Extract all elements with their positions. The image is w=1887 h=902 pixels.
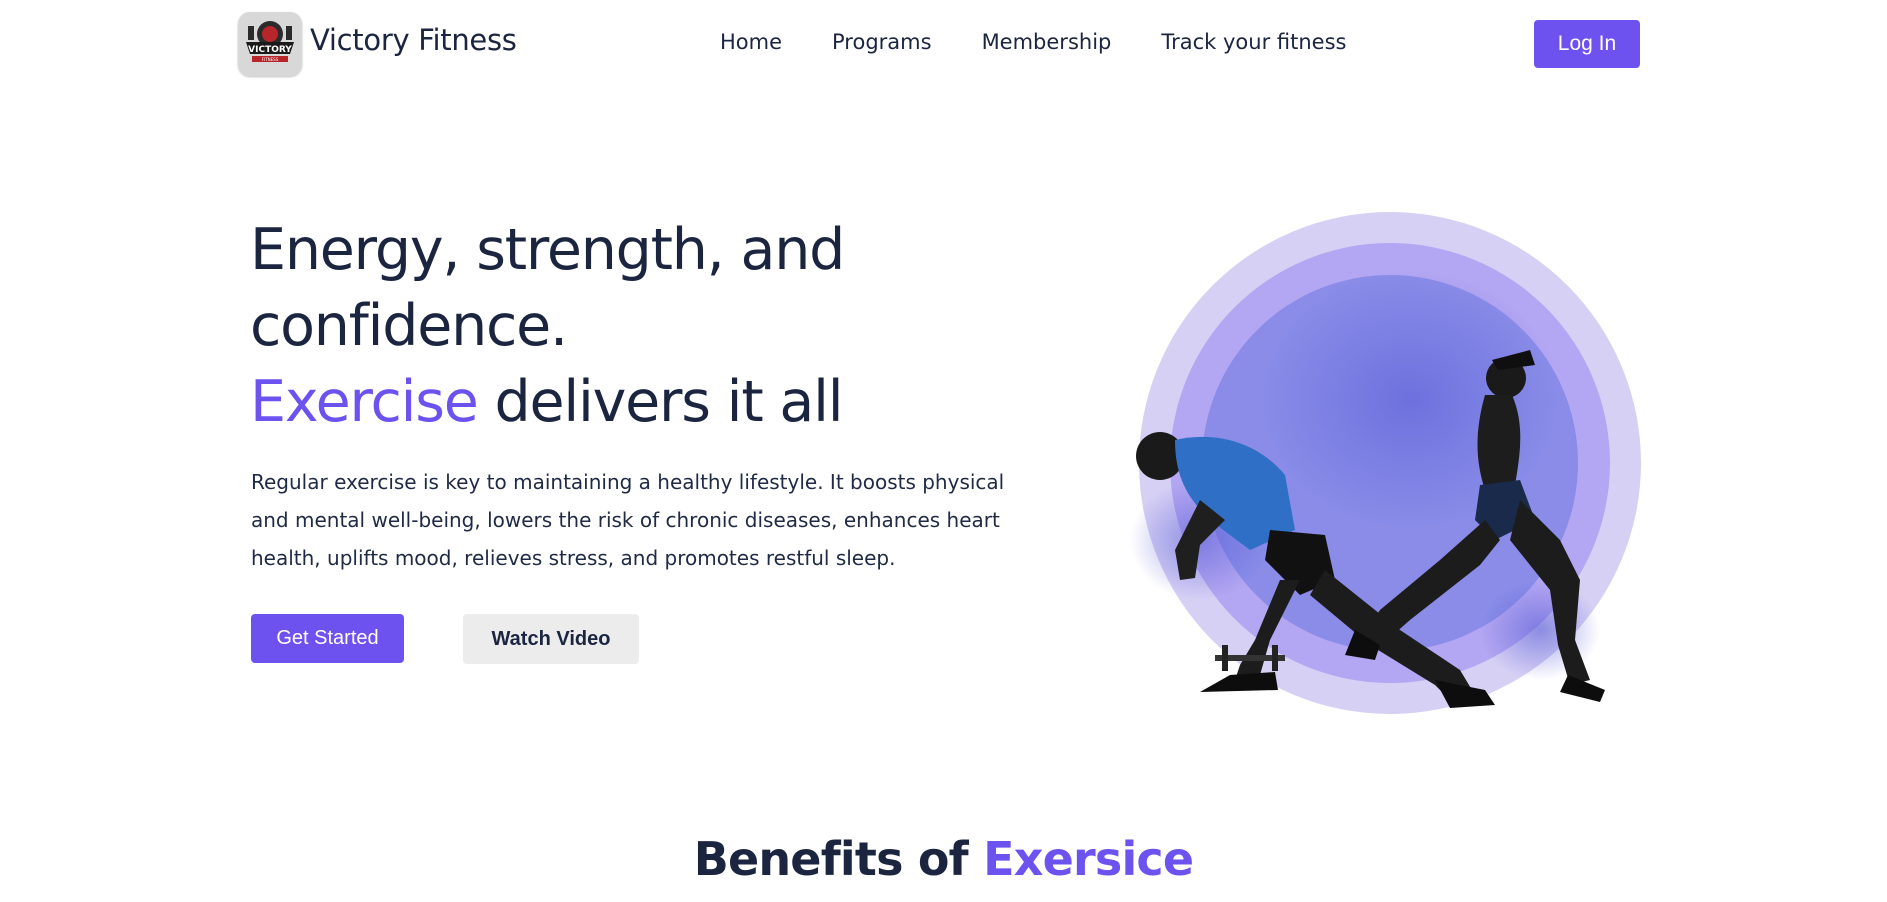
- nav-programs[interactable]: Programs: [832, 30, 932, 54]
- get-started-button[interactable]: Get Started: [251, 614, 404, 663]
- main-nav: Home Programs Membership Track your fitn…: [720, 30, 1346, 54]
- hero-title: Energy, strength, and confidence. Exerci…: [250, 212, 870, 440]
- hero-title-line1: Energy, strength, and: [250, 217, 845, 283]
- hero-description: Regular exercise is key to maintaining a…: [251, 470, 1005, 570]
- site-header: VICTORY FITNESS Victory Fitness Home Pro…: [0, 0, 1887, 86]
- logo-subtext: FITNESS: [262, 57, 279, 62]
- hero-title-line2: confidence.: [250, 293, 568, 359]
- hero-title-rest: delivers it all: [477, 369, 844, 435]
- brand-name[interactable]: Victory Fitness: [310, 23, 517, 57]
- benefits-title-prefix: Benefits of: [693, 832, 984, 886]
- nav-home[interactable]: Home: [720, 30, 782, 54]
- nav-membership[interactable]: Membership: [982, 30, 1112, 54]
- athletes-illustration: [1130, 212, 1641, 714]
- benefits-title-accent: Exersice: [983, 832, 1194, 886]
- logo-text: VICTORY: [248, 45, 292, 55]
- benefits-heading: Benefits of Exersice: [0, 832, 1887, 886]
- hero-title-accent: Exercise: [250, 369, 479, 435]
- nav-track-fitness[interactable]: Track your fitness: [1161, 30, 1346, 54]
- logo-emblem-icon: VICTORY FITNESS: [238, 12, 302, 76]
- hero-illustration: [1080, 200, 1660, 740]
- victory-fitness-logo[interactable]: VICTORY FITNESS: [238, 12, 302, 76]
- login-button[interactable]: Log In: [1534, 20, 1640, 68]
- watch-video-button[interactable]: Watch Video: [463, 614, 639, 664]
